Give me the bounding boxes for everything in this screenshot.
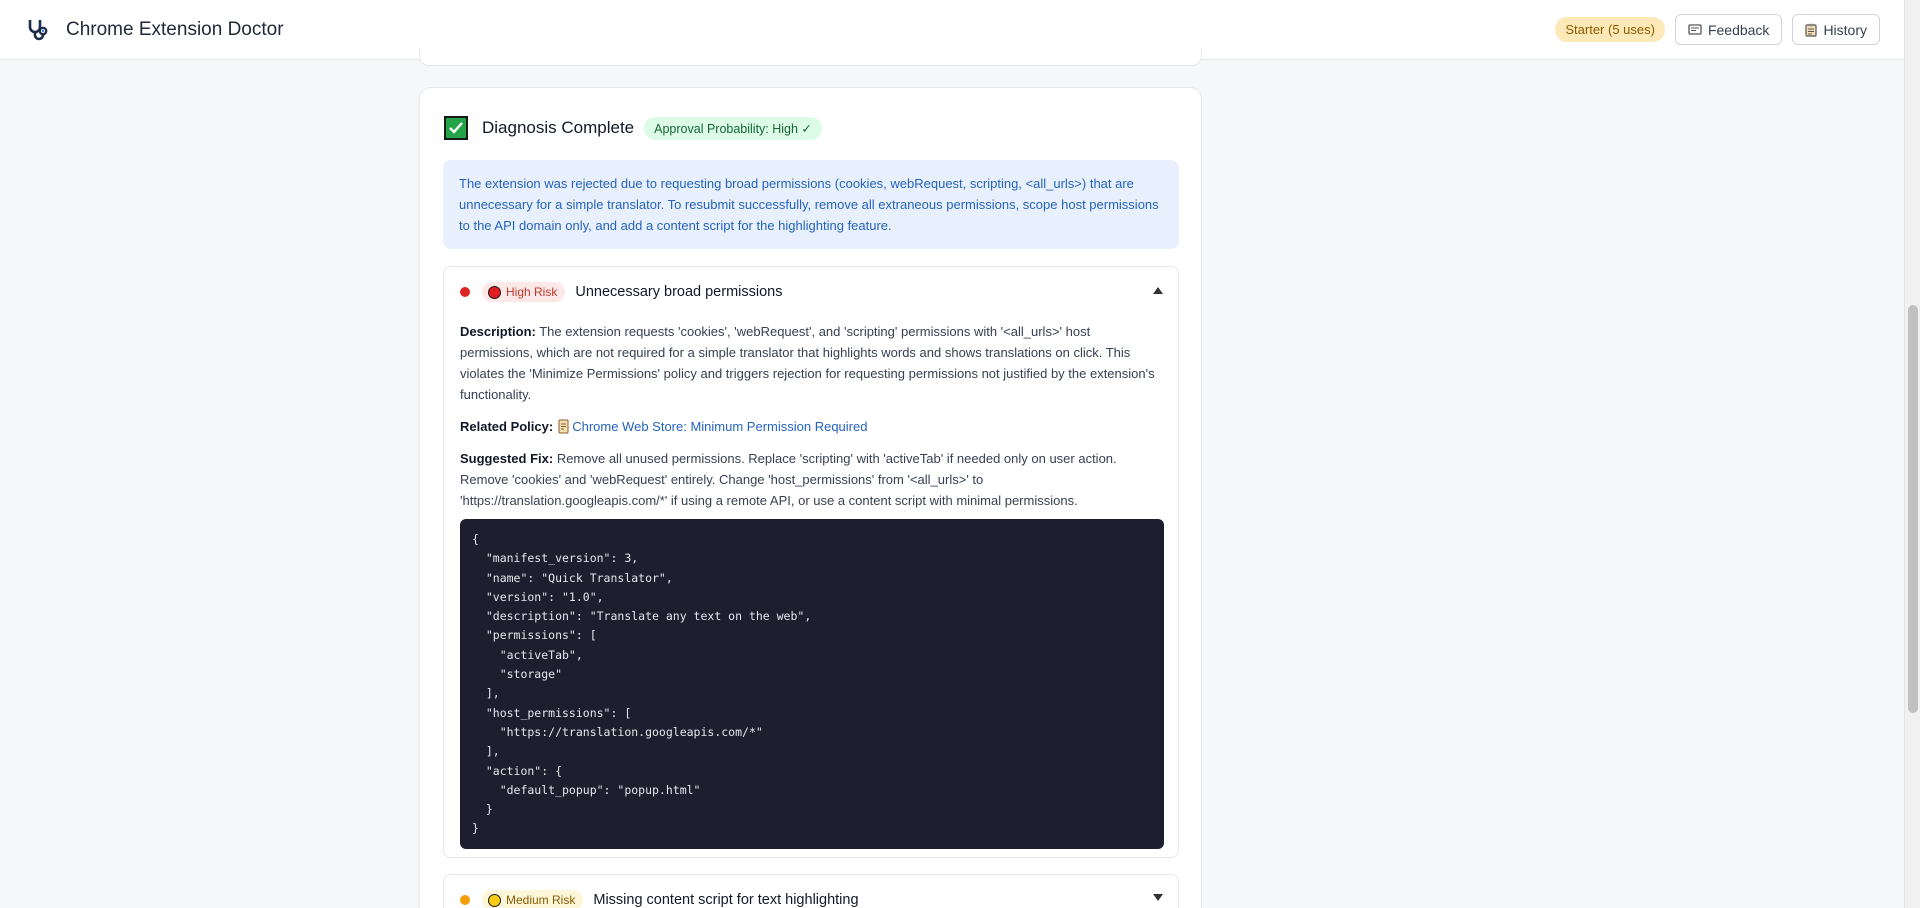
clipboard-icon	[1805, 23, 1818, 37]
issue-title: Unnecessary broad permissions	[575, 284, 783, 300]
diagnosis-summary: The extension was rejected due to reques…	[443, 160, 1179, 249]
message-icon	[1688, 23, 1702, 35]
stethoscope-icon	[24, 16, 52, 44]
scroll-icon	[558, 419, 569, 434]
yellow-circle-icon	[488, 893, 501, 907]
history-label: History	[1823, 21, 1867, 38]
fix-label: Suggested Fix:	[460, 451, 554, 466]
issue-title: Missing content script for text highligh…	[593, 892, 859, 908]
history-button[interactable]: History	[1792, 14, 1880, 45]
check-mark-icon	[444, 116, 468, 140]
risk-label: High Risk	[506, 285, 558, 299]
issue-header[interactable]: Medium Risk Missing content script for t…	[460, 889, 859, 908]
risk-badge-high: High Risk	[482, 282, 566, 302]
risk-badge-medium: Medium Risk	[482, 890, 584, 908]
issue-description: Description: The extension requests 'coo…	[460, 321, 1164, 405]
related-policy: Related Policy: Chrome Web Store: Minimum…	[460, 416, 1164, 437]
diagnosis-title: Diagnosis Complete	[482, 118, 635, 137]
suggested-fix: Suggested Fix: Remove all unused permiss…	[460, 448, 1164, 511]
risk-label: Medium Risk	[506, 893, 576, 907]
scrollbar-thumb[interactable]	[1908, 305, 1918, 713]
plan-badge: Starter (5 uses)	[1555, 17, 1665, 42]
diagnosis-card: Diagnosis Complete Approval Probability:…	[419, 87, 1202, 908]
policy-label: Related Policy:	[460, 419, 554, 434]
approval-badge: Approval Probability: High ✓	[644, 116, 822, 140]
issue-header[interactable]: High Risk Unnecessary broad permissions	[460, 281, 782, 303]
chevron-up-icon[interactable]	[1152, 285, 1164, 295]
feedback-label: Feedback	[1707, 21, 1770, 38]
issue-card-high-risk: High Risk Unnecessary broad permissions …	[443, 266, 1179, 858]
description-label: Description:	[460, 324, 536, 339]
chevron-down-icon[interactable]	[1152, 893, 1164, 903]
feedback-button[interactable]: Feedback	[1674, 14, 1783, 45]
risk-dot	[460, 895, 470, 905]
code-block: { "manifest_version": 3, "name": "Quick …	[460, 519, 1164, 849]
policy-link[interactable]: Chrome Web Store: Minimum Permission Req…	[572, 419, 867, 434]
risk-dot	[460, 287, 470, 297]
fix-text: Remove all unused permissions. Replace '…	[460, 451, 1117, 508]
page-scrollbar[interactable]	[1904, 0, 1920, 908]
issue-card-medium-risk: Medium Risk Missing content script for t…	[443, 874, 1179, 908]
red-circle-icon	[488, 285, 501, 299]
previous-card	[419, 48, 1202, 66]
description-text: The extension requests 'cookies', 'webRe…	[460, 324, 1155, 402]
app-title: Chrome Extension Doctor	[66, 18, 284, 40]
